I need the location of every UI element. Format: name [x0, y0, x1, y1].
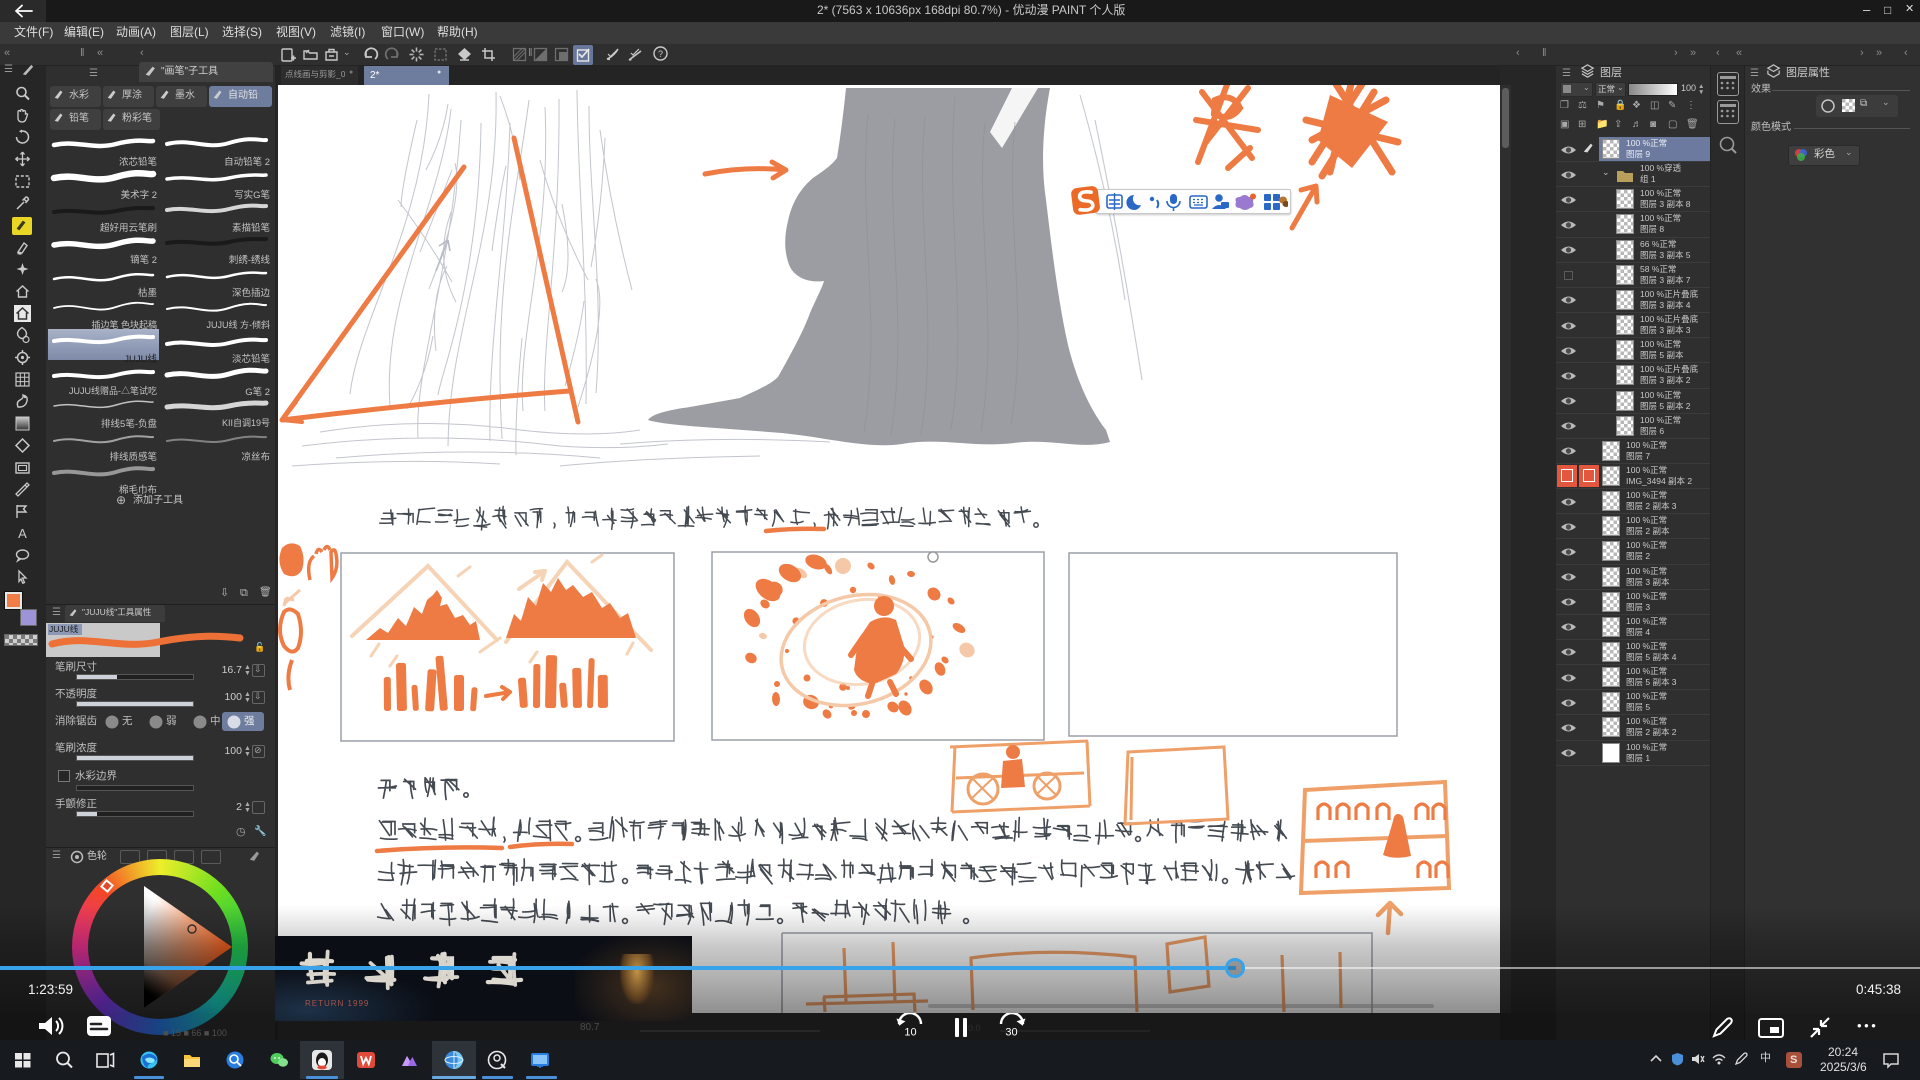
- svg-text:10: 10: [904, 1027, 916, 1039]
- svg-text:A: A: [18, 526, 27, 541]
- svg-text:30: 30: [1005, 1027, 1017, 1039]
- svg-text:?: ?: [658, 49, 663, 59]
